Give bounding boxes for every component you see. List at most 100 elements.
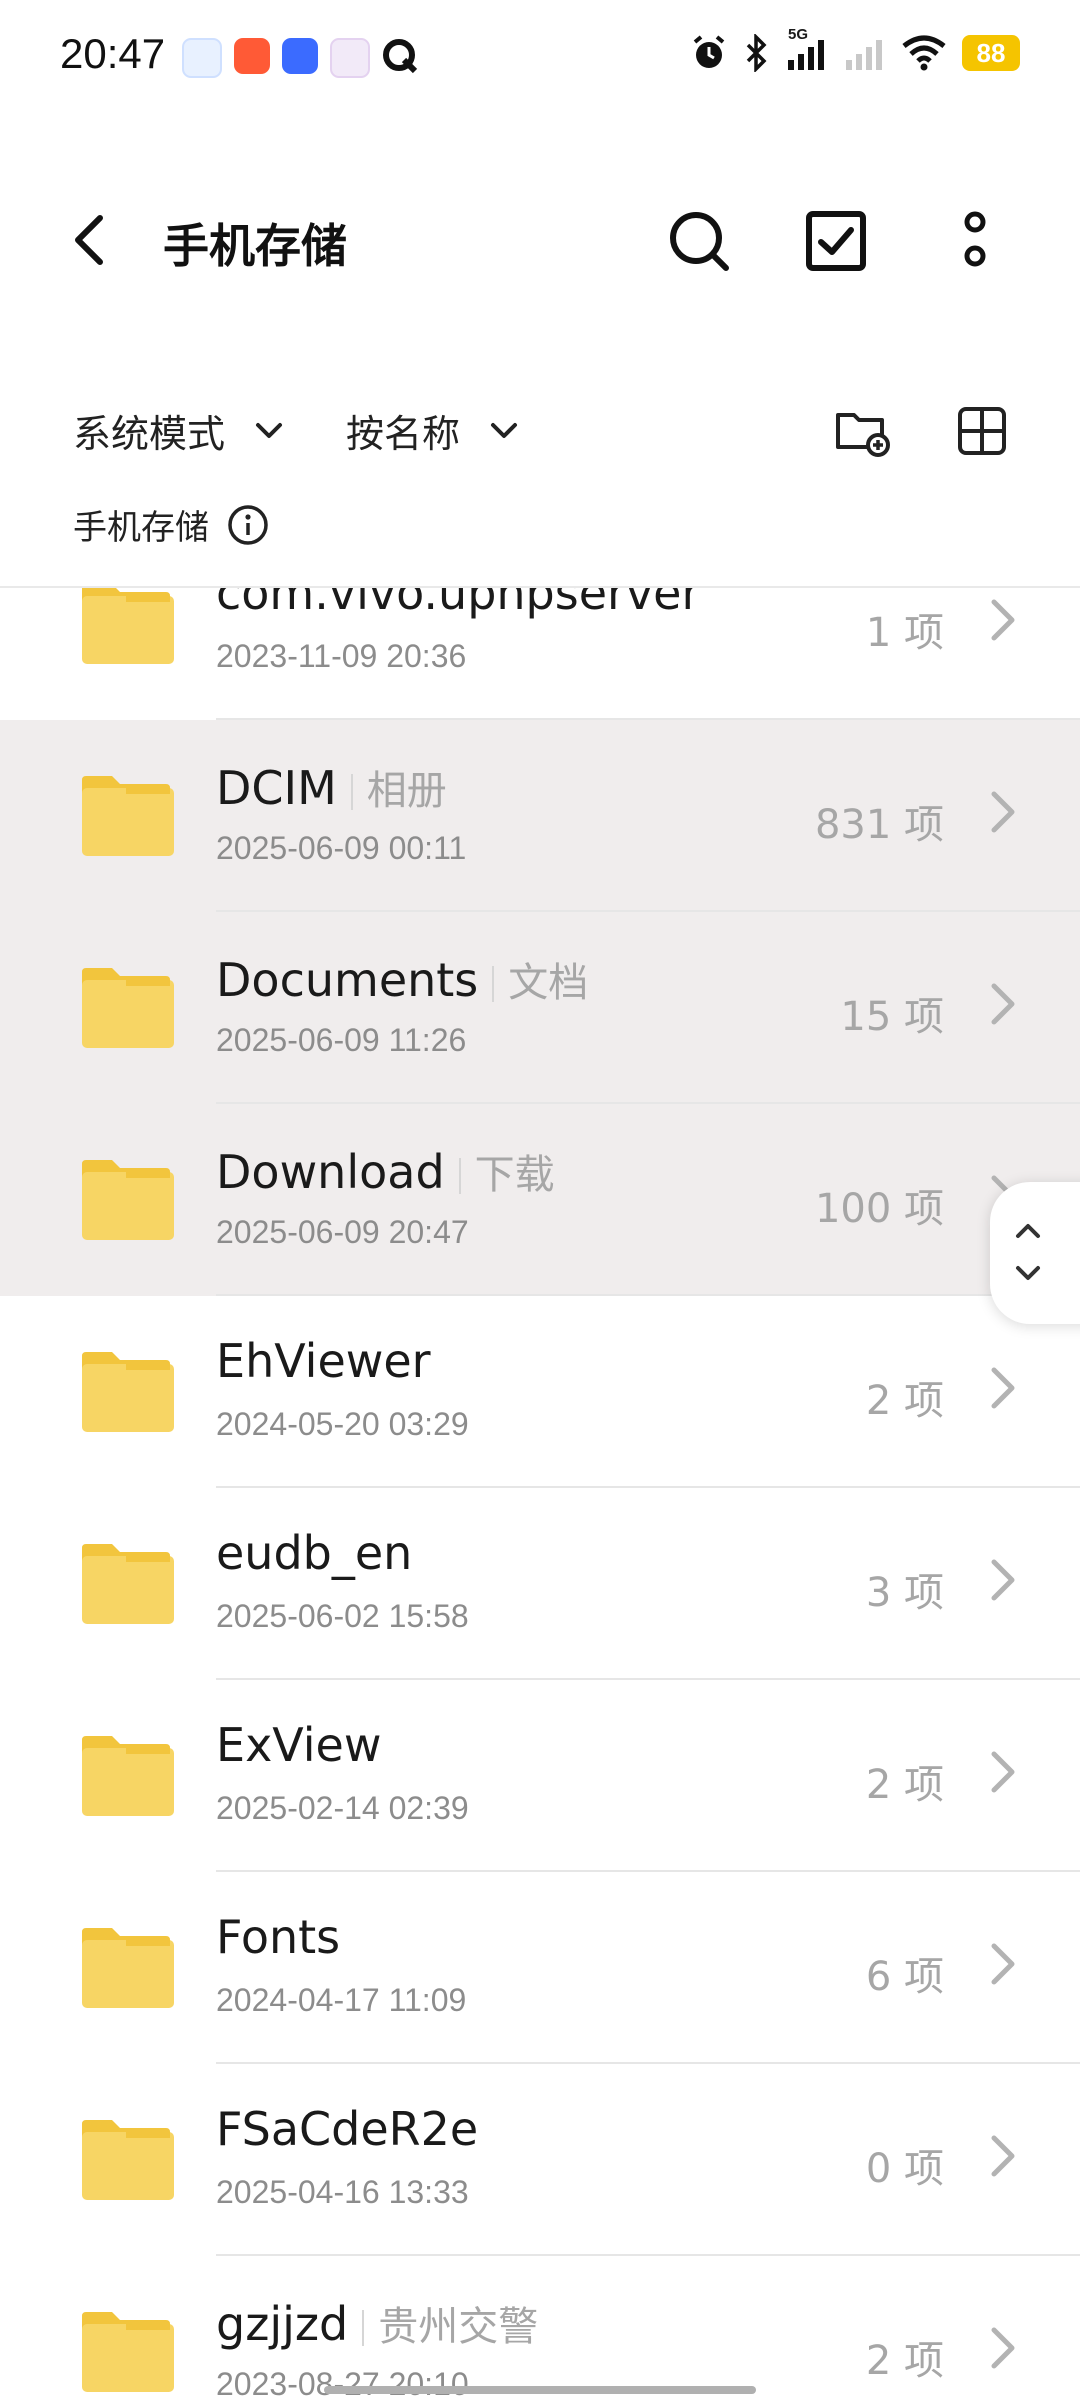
file-date: 2025-04-16 13:33 (216, 2174, 469, 2210)
file-name: eudb_en (216, 1526, 413, 1580)
file-row[interactable]: FSaCdeR2e 2025-04-16 13:33 0 项 (0, 2064, 1080, 2256)
chevron-down-icon (256, 422, 283, 438)
file-name: EhViewer (216, 1334, 431, 1388)
alias-separator (362, 2309, 365, 2346)
file-name: com.vivo.upnpserver (216, 588, 701, 620)
file-row[interactable]: Documents 文档 2025-06-09 11:26 15 项 (0, 912, 1080, 1104)
file-alias: 文档 (508, 960, 589, 1006)
sort-selector[interactable]: 按名称 (346, 403, 520, 458)
file-row[interactable]: Download 下载 2025-06-09 20:47 100 项 (0, 1104, 1080, 1296)
folder-icon (82, 968, 174, 1048)
signal-icon: 5G (786, 26, 828, 72)
file-name-line: DCIM 相册 (216, 758, 447, 816)
file-row[interactable]: eudb_en 2025-06-02 15:58 3 项 (0, 1488, 1080, 1680)
more-vertical-icon[interactable] (940, 206, 1010, 276)
status-indicators: 5G 88 (690, 26, 1020, 72)
file-name: ExView (216, 1718, 382, 1772)
alias-separator (350, 773, 353, 810)
file-date: 2025-06-02 15:58 (216, 1598, 469, 1634)
folder-icon (82, 1160, 174, 1240)
file-alias: 贵州交警 (378, 2304, 539, 2350)
alarm-icon (693, 35, 725, 68)
new-folder-icon[interactable] (834, 403, 890, 459)
file-name: FSaCdeR2e (216, 2102, 479, 2156)
search-icon[interactable] (664, 206, 734, 276)
breadcrumb[interactable]: 手机存储 (73, 500, 269, 549)
file-date: 2025-06-09 11:26 (216, 1022, 467, 1058)
file-date: 2025-02-14 02:39 (216, 1790, 469, 1826)
file-date: 2023-11-09 20:36 (216, 638, 467, 674)
chevron-right-icon (991, 1559, 1015, 1601)
status-time: 20:47 (60, 30, 166, 77)
file-row[interactable]: EhViewer 2024-05-20 03:29 2 项 (0, 1296, 1080, 1488)
chevron-right-icon (991, 791, 1015, 833)
item-count: 2 项 (865, 1378, 944, 1424)
chevron-down-icon (491, 422, 518, 438)
file-name: DCIM (216, 761, 337, 815)
alias-separator (492, 965, 495, 1002)
message-app-icon (282, 38, 318, 74)
file-alias: 相册 (366, 768, 447, 814)
file-name: Fonts (216, 1910, 341, 1964)
file-name-line: gzjjzd 贵州交警 (216, 2294, 538, 2352)
folder-icon (82, 588, 174, 664)
chevron-right-icon (991, 2135, 1015, 2177)
chevron-up-icon (1016, 1224, 1040, 1238)
home-indicator[interactable] (324, 2386, 756, 2394)
astronaut-app-icon (330, 38, 370, 78)
file-name-line: ExView (216, 1718, 381, 1772)
chevron-right-icon (991, 599, 1015, 641)
file-name: Download (216, 1145, 445, 1199)
chevron-right-icon (991, 2327, 1015, 2369)
item-count: 100 项 (814, 1186, 944, 1232)
q-app-icon (382, 38, 418, 74)
file-row[interactable]: gzjjzd 贵州交警 2023-08-27 20:10 2 项 (0, 2256, 1080, 2400)
chevron-down-icon (1016, 1266, 1040, 1280)
file-date: 2025-06-09 20:47 (216, 1214, 469, 1250)
file-alias: 下载 (474, 1152, 555, 1198)
item-count: 2 项 (865, 2338, 944, 2384)
bluetooth-icon (746, 34, 767, 72)
battery-icon: 88 (962, 35, 1020, 71)
page-title: 手机存储 (163, 219, 347, 273)
signal-empty-icon (846, 40, 882, 70)
file-name-line: EhViewer (216, 1334, 431, 1388)
file-date: 2024-04-17 11:09 (216, 1982, 467, 2018)
chevron-right-icon (991, 1943, 1015, 1985)
file-name: gzjjzd (216, 2297, 349, 2351)
file-name-line: eudb_en (216, 1526, 412, 1580)
file-date: 2024-05-20 03:29 (216, 1406, 469, 1442)
file-row[interactable]: com.vivo.upnpserver 2023-11-09 20:36 1 项 (0, 588, 1080, 720)
browser-app-icon (182, 38, 222, 78)
item-count: 831 项 (814, 802, 944, 848)
file-row[interactable]: Fonts 2024-04-17 11:09 6 项 (0, 1872, 1080, 2064)
app-header: 手机存储 (0, 180, 1080, 300)
item-count: 3 项 (865, 1570, 944, 1616)
file-row[interactable]: DCIM 相册 2025-06-09 00:11 831 项 (0, 720, 1080, 912)
item-count: 0 项 (865, 2146, 944, 2192)
fast-scroll-handle[interactable] (990, 1182, 1080, 1324)
status-bar: 20:47 5G 88 (0, 0, 1080, 115)
file-name-line: Download 下载 (216, 1142, 555, 1200)
notification-icons (182, 38, 418, 78)
file-row[interactable]: ExView 2025-02-14 02:39 2 项 (0, 1680, 1080, 1872)
mode-label: 系统模式 (73, 412, 226, 456)
mode-selector[interactable]: 系统模式 (73, 403, 285, 458)
back-arrow-icon[interactable] (60, 210, 120, 270)
folder-icon (82, 1352, 174, 1432)
file-date: 2023-08-27 20:10 (216, 2366, 469, 2400)
chevron-right-icon (991, 1751, 1015, 1793)
file-name-line: FSaCdeR2e (216, 2102, 478, 2156)
chevron-right-icon (991, 1367, 1015, 1409)
folder-icon (82, 2312, 174, 2392)
file-name-line: com.vivo.upnpserver (216, 588, 700, 620)
info-icon[interactable] (227, 504, 269, 546)
grid-view-icon[interactable] (954, 403, 1010, 459)
shopping-app-icon (234, 38, 270, 74)
file-name-line: Documents 文档 (216, 950, 588, 1008)
file-name-line: Fonts (216, 1910, 340, 1964)
folder-icon (82, 1736, 174, 1816)
file-list[interactable]: com.vivo.upnpserver 2023-11-09 20:36 1 项… (0, 588, 1080, 2400)
wifi-icon (902, 35, 946, 71)
checkbox-select-icon[interactable] (801, 206, 871, 276)
